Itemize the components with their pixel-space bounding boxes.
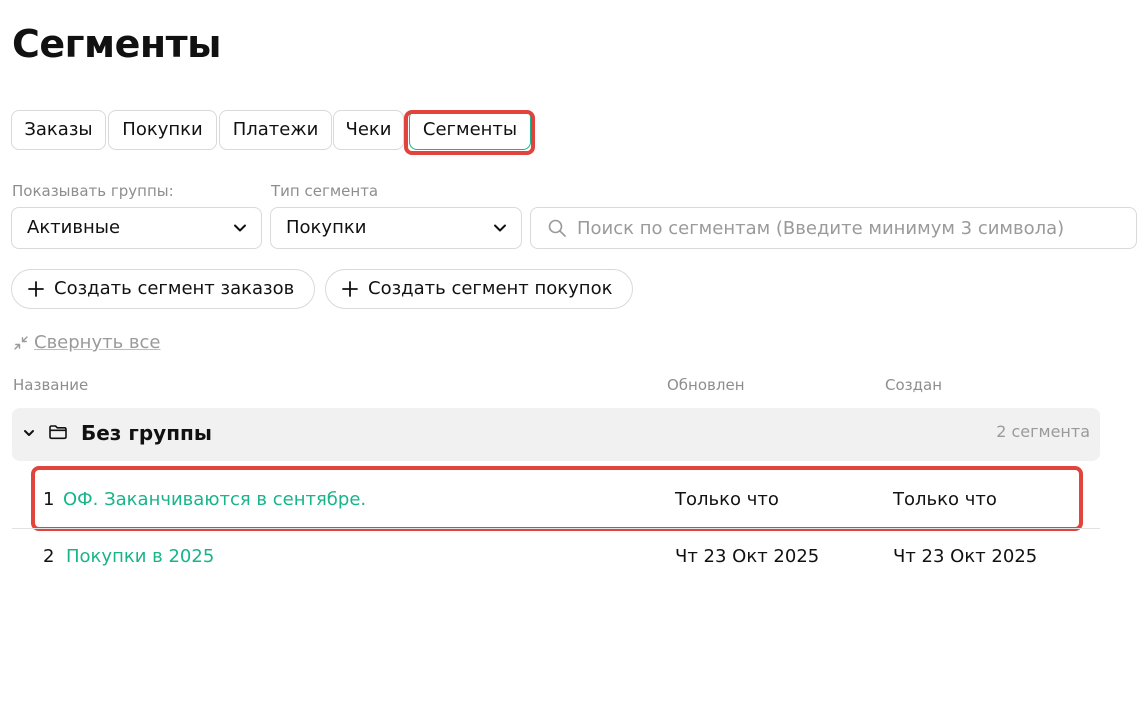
group-segment-count: 2 сегмента [996,422,1090,441]
groups-filter-label: Показывать группы: [12,182,174,200]
tab-segments[interactable]: Сегменты [409,110,531,150]
row-number: 1 [43,489,55,510]
column-header-name: Название [13,376,89,394]
tab-payments[interactable]: Платежи [219,110,332,150]
collapse-all-label: Свернуть все [34,332,161,353]
page-title: Сегменты [12,22,222,66]
table-row: 2 Покупки в 2025 Чт 23 Окт 2025 Чт 23 Ок… [12,529,1100,585]
group-row[interactable]: Без группы 2 сегмента [12,408,1100,461]
row-created: Только что [893,489,997,510]
create-orders-segment-button[interactable]: Создать сегмент заказов [11,269,315,309]
search-input[interactable] [577,209,1122,247]
row-updated: Чт 23 Окт 2025 [675,546,820,567]
groups-select[interactable]: Активные [11,207,262,249]
segment-type-select[interactable]: Покупки [270,207,522,249]
create-purchases-segment-label: Создать сегмент покупок [368,278,613,299]
row-number: 2 [43,546,55,567]
create-purchases-segment-button[interactable]: Создать сегмент покупок [325,269,633,309]
tab-purchases[interactable]: Покупки [108,110,217,150]
tab-receipts[interactable]: Чеки [333,110,404,150]
chevron-down-icon [494,224,506,232]
group-name: Без группы [81,421,212,445]
folder-icon [49,425,67,440]
column-header-created: Создан [885,376,942,394]
search-field[interactable] [530,207,1137,249]
chevron-down-icon [234,224,246,232]
groups-select-value: Активные [27,217,121,238]
plus-icon [342,281,358,297]
segment-name-link[interactable]: ОФ. Заканчиваются в сентябре. [63,472,366,528]
chevron-down-icon[interactable] [22,426,36,440]
search-icon [548,219,566,237]
column-header-updated: Обновлен [667,376,745,394]
row-created: Чт 23 Окт 2025 [893,546,1038,567]
tab-orders[interactable]: Заказы [11,110,106,150]
segment-type-label: Тип сегмента [271,182,379,200]
collapse-arrows-icon [14,336,28,350]
create-orders-segment-label: Создать сегмент заказов [54,278,295,299]
row-updated: Только что [675,489,779,510]
segment-name-link[interactable]: Покупки в 2025 [66,529,214,585]
table-row: 1 ОФ. Заканчиваются в сентябре. Только ч… [12,472,1100,528]
segment-type-select-value: Покупки [286,217,367,238]
plus-icon [28,281,44,297]
